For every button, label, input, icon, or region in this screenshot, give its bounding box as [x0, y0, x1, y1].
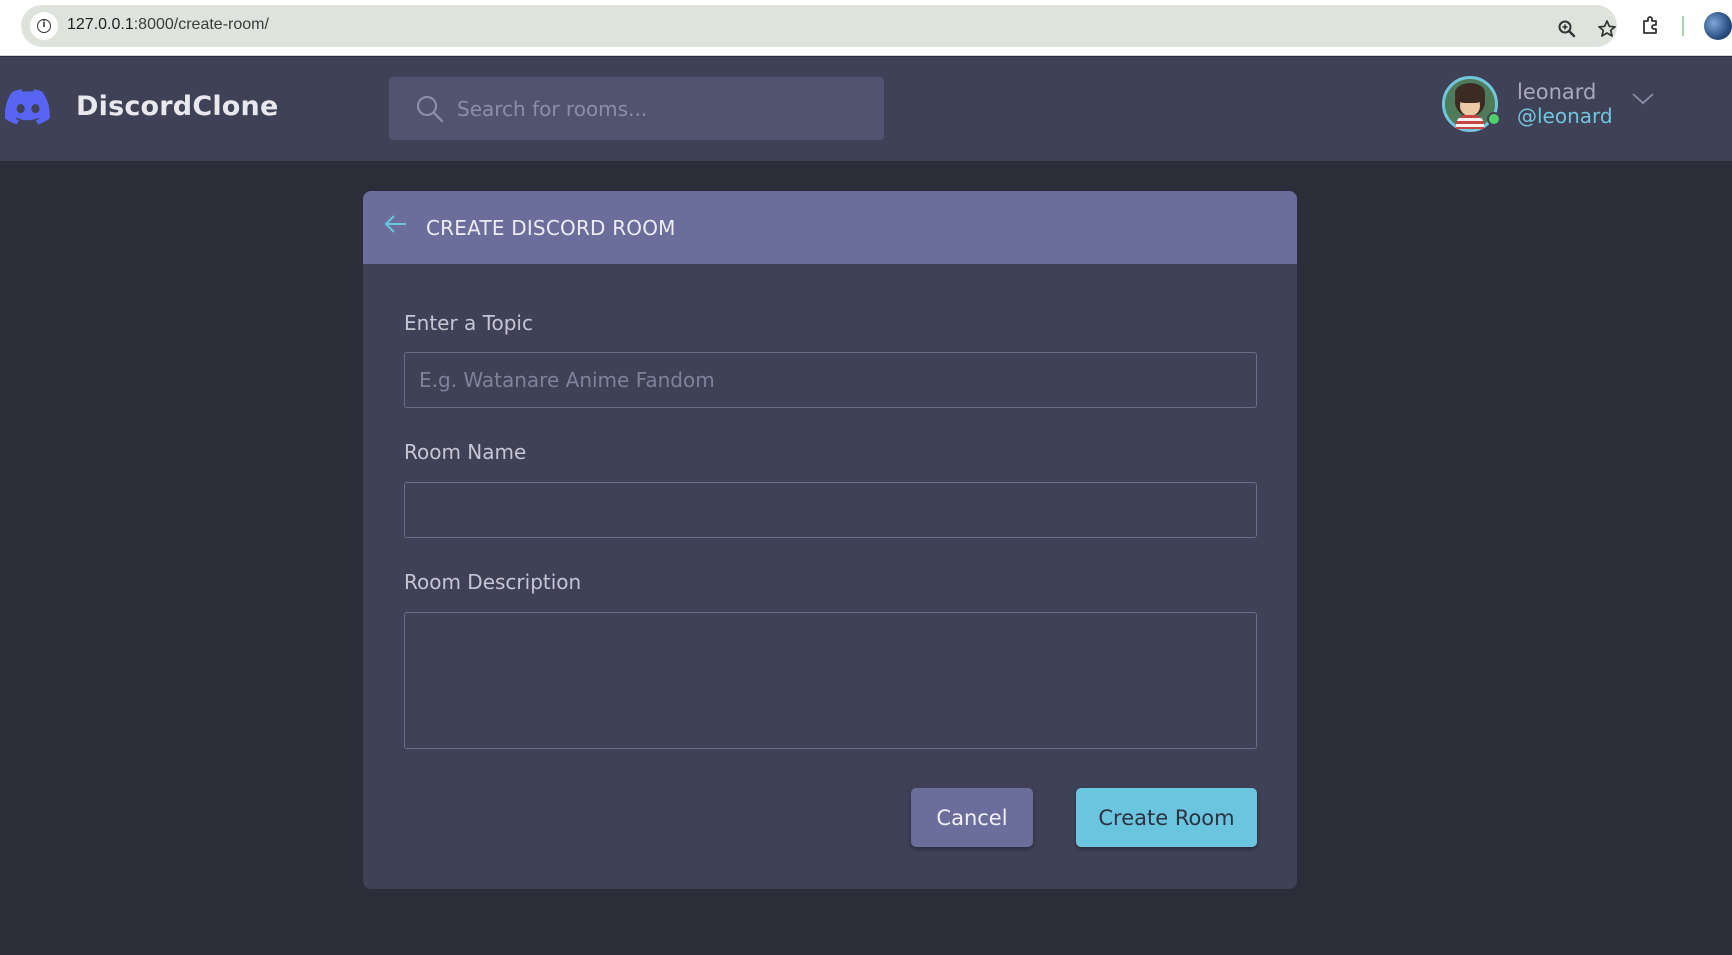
search-input[interactable]	[457, 77, 867, 140]
create-room-button[interactable]: Create Room	[1076, 788, 1257, 847]
topic-label: Enter a Topic	[404, 311, 533, 335]
page-title: CREATE DISCORD ROOM	[426, 216, 676, 240]
url-path: :8000/create-room/	[133, 16, 269, 33]
url-host: 127.0.0.1	[67, 16, 134, 33]
arrow-left-icon[interactable]	[383, 213, 409, 235]
room-search[interactable]	[389, 77, 884, 140]
avatar-shirt	[1456, 115, 1484, 129]
avatar-hair	[1455, 83, 1485, 103]
info-icon: i	[37, 19, 51, 33]
room-description-textarea[interactable]	[404, 612, 1257, 749]
room-name-input[interactable]	[404, 482, 1257, 538]
user-handle[interactable]: @leonard	[1517, 104, 1613, 128]
zoom-icon[interactable]	[1557, 19, 1577, 39]
extensions-icon[interactable]	[1640, 14, 1662, 36]
create-room-card: CREATE DISCORD ROOM Enter a Topic Room N…	[363, 191, 1297, 889]
room-name-label: Room Name	[404, 440, 527, 464]
cancel-button[interactable]: Cancel	[911, 788, 1033, 847]
bookmark-star-icon[interactable]	[1597, 19, 1617, 39]
browser-toolbar: i 127.0.0.1:8000/create-room/	[0, 0, 1732, 56]
toolbar-divider	[1682, 16, 1684, 36]
topic-input[interactable]	[404, 352, 1257, 408]
url-text[interactable]: 127.0.0.1:8000/create-room/	[67, 16, 269, 34]
address-bar[interactable]: i 127.0.0.1:8000/create-room/	[21, 5, 1617, 47]
search-icon	[416, 95, 444, 123]
user-display-name[interactable]: leonard	[1517, 80, 1596, 104]
online-status-dot	[1487, 112, 1501, 126]
card-header: CREATE DISCORD ROOM	[363, 191, 1297, 264]
browser-profile-avatar[interactable]	[1704, 12, 1732, 40]
site-info-button[interactable]: i	[30, 12, 58, 40]
app-brand-name[interactable]: DiscordClone	[76, 91, 279, 122]
discord-logo-icon[interactable]	[5, 89, 51, 125]
room-description-label: Room Description	[404, 570, 582, 594]
chevron-down-icon[interactable]	[1631, 90, 1655, 106]
